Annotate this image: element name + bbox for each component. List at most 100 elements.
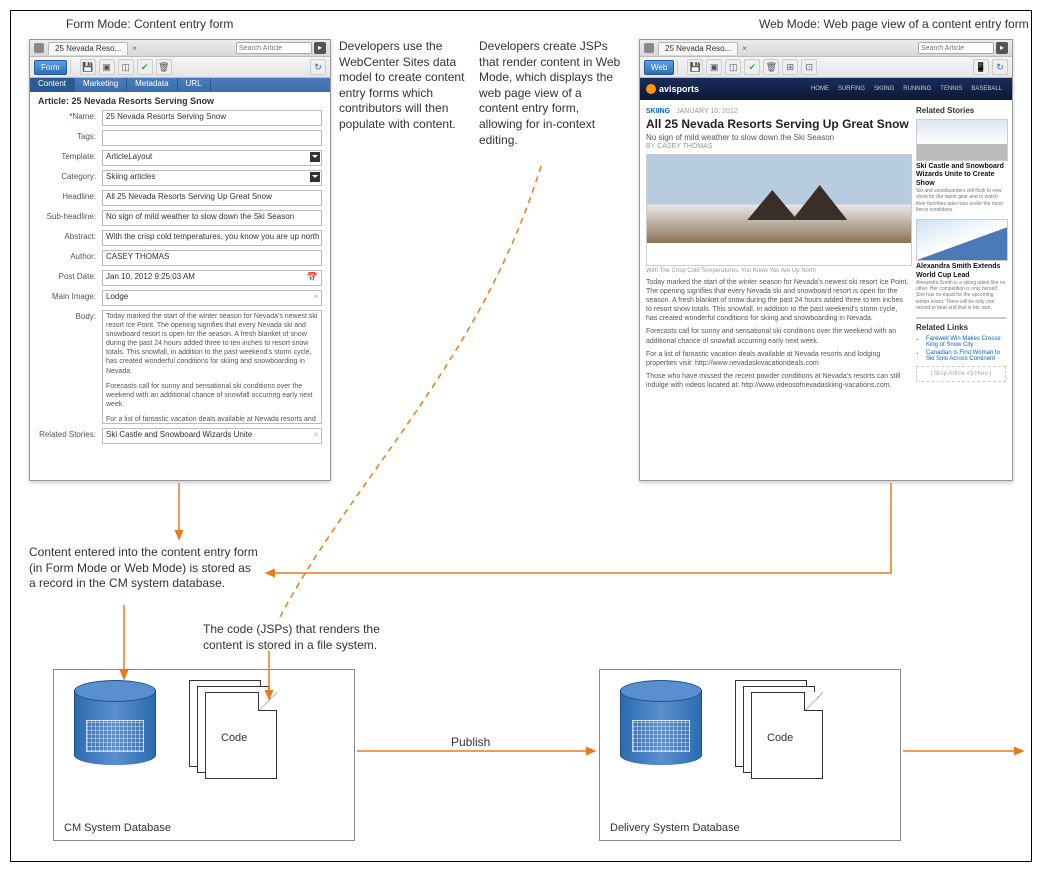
close-icon[interactable]: × [132, 44, 137, 53]
document-tab[interactable]: 25 Nevada Reso... [48, 42, 128, 55]
article-category[interactable]: SKIING [646, 108, 670, 115]
related-story-title[interactable]: Alexandra Smith Extends World Cup Lead [916, 263, 1006, 280]
refresh-icon[interactable]: ↻ [310, 59, 326, 75]
search-input[interactable] [918, 42, 994, 54]
label-template: Template: [38, 150, 102, 161]
label-body: Body: [38, 310, 102, 321]
delivery-database-icon [620, 680, 700, 765]
nav-home[interactable]: HOME [807, 84, 833, 94]
tool-icon[interactable]: ⊡ [801, 59, 817, 75]
save-icon[interactable]: 💾 [687, 59, 703, 75]
select-category[interactable]: Skiing articles [102, 170, 322, 186]
refresh-icon[interactable]: ↻ [992, 59, 1008, 75]
tab-marketing[interactable]: Marketing [75, 78, 127, 92]
related-story-text: Ski and snowboarders will flock to new s… [916, 188, 1006, 213]
form-title: Article: 25 Nevada Resorts Serving Snow [30, 92, 330, 110]
calendar-icon: 📅 [307, 272, 318, 283]
input-abstract[interactable]: With the crisp cold temperatures, you kn… [102, 230, 322, 246]
cm-system-label: CM System Database [64, 822, 171, 834]
close-icon[interactable]: × [742, 44, 747, 53]
delete-icon[interactable]: 🗑 [156, 59, 172, 75]
input-body[interactable]: Today marked the start of the winter sea… [102, 310, 322, 424]
article-byline: BY CASEY THOMAS [646, 143, 910, 150]
related-link[interactable]: Canadian is First Woman to Ski Solo Acro… [926, 350, 1006, 362]
tab-url[interactable]: URL [178, 78, 211, 92]
mode-web-button[interactable]: Web [644, 60, 674, 75]
select-template[interactable]: ArticleLayout [102, 150, 322, 166]
tab-content[interactable]: Content [30, 78, 75, 92]
home-icon[interactable] [644, 43, 654, 53]
article-paragraph[interactable]: For a list of fantastic vacation deals a… [646, 350, 910, 368]
nav-surfing[interactable]: SURFING [834, 84, 869, 94]
preview-icon[interactable]: ▣ [706, 59, 722, 75]
label-mainimage: Main Image: [38, 290, 102, 301]
preview-icon[interactable]: ▣ [99, 59, 115, 75]
hero-image[interactable] [646, 154, 912, 266]
article-main: SKIING JANUARY 10, 2012 All 25 Nevada Res… [646, 106, 910, 390]
related-story-image[interactable] [916, 219, 1008, 261]
annotation-jsp: Developers create JSPs that render conte… [479, 39, 624, 148]
cm-database-icon [74, 680, 154, 765]
delete-icon[interactable]: 🗑 [763, 59, 779, 75]
nav-running[interactable]: RUNNING [899, 84, 935, 94]
article-paragraph[interactable]: Forecasts call for sunny and sensational… [646, 327, 910, 345]
annotation-data-model: Developers use the WebCenter Sites data … [339, 39, 469, 133]
input-subheadline[interactable]: No sign of mild weather to slow down the… [102, 210, 322, 226]
label-headline: Headline: [38, 190, 102, 201]
article-paragraph[interactable]: Today marked the start of the winter sea… [646, 278, 910, 323]
web-mode-window: 25 Nevada Reso... × ▸ Web 💾 ▣ ◫ ✔ 🗑 ⊞ ⊡ … [639, 39, 1013, 481]
tool-icon[interactable]: ⊞ [782, 59, 798, 75]
label-related: Related Stories: [38, 428, 102, 439]
related-stories-heading: Related Stories [916, 106, 1006, 115]
annotation-code-stored: The code (JSPs) that renders the content… [203, 622, 403, 653]
site-logo[interactable]: avisports [646, 84, 699, 94]
article-date: JANUARY 10, 2012 [676, 108, 738, 115]
related-link[interactable]: Farewell Win Makes Crosse King of Snow C… [926, 336, 1006, 348]
site-header: avisports HOME SURFING SKIING RUNNING TE… [640, 78, 1012, 100]
nav-skiing[interactable]: SKIING [870, 84, 898, 94]
form-tabs: Content Marketing Metadata URL [30, 78, 330, 92]
input-author[interactable]: CASEY THOMAS [102, 250, 322, 266]
architecture-diagram: Form Mode: Content entry form Web Mode: … [10, 10, 1032, 862]
form-body: *Name:25 Nevada Resorts Serving Snow Tag… [30, 110, 330, 456]
inspect-icon[interactable]: ◫ [725, 59, 741, 75]
article-paragraph[interactable]: Those who have missed the recent powder … [646, 372, 910, 390]
caption-web-mode: Web Mode: Web page view of a content ent… [759, 17, 1029, 31]
approve-icon[interactable]: ✔ [137, 59, 153, 75]
related-story-title[interactable]: Ski Castle and Snowboard Wizards Unite t… [916, 163, 1006, 188]
hero-caption: With The Crisp Cold Temperatures, You Kn… [646, 268, 910, 274]
article-sidebar: Related Stories Ski Castle and Snowboard… [916, 106, 1006, 390]
input-mainimage[interactable]: Lodge× [102, 290, 322, 306]
related-story-text: Alexandra Smith is a skiing talent like … [916, 280, 1006, 311]
nav-baseball[interactable]: BASEBALL [967, 84, 1006, 94]
document-tab[interactable]: 25 Nevada Reso... [658, 42, 738, 55]
titlebar: 25 Nevada Reso... × ▸ [30, 40, 330, 57]
cm-system-box: Code CM System Database [53, 669, 355, 841]
search-go-button[interactable]: ▸ [996, 42, 1008, 54]
article-headline[interactable]: All 25 Nevada Resorts Serving Up Great S… [646, 117, 910, 131]
label-abstract: Abstract: [38, 230, 102, 241]
approve-icon[interactable]: ✔ [744, 59, 760, 75]
nav-tennis[interactable]: TENNIS [936, 84, 966, 94]
save-icon[interactable]: 💾 [80, 59, 96, 75]
label-name: Name: [72, 112, 96, 121]
publish-label: Publish [451, 735, 490, 751]
code-files-icon: Code [735, 680, 825, 780]
search-go-button[interactable]: ▸ [314, 42, 326, 54]
label-subheadline: Sub-headline: [38, 210, 102, 221]
input-related[interactable]: Ski Castle and Snowboard Wizards Unite× [102, 428, 322, 444]
inspect-icon[interactable]: ◫ [118, 59, 134, 75]
drop-zone[interactable]: [ Drop Article #3 Here ] [916, 366, 1006, 382]
input-tags[interactable] [102, 130, 322, 146]
mode-form-button[interactable]: Form [34, 60, 67, 75]
article-subheadline[interactable]: No sign of mild weather to slow down the… [646, 133, 910, 142]
toolbar: Web 💾 ▣ ◫ ✔ 🗑 ⊞ ⊡ 📱 ↻ [640, 57, 1012, 78]
input-postdate[interactable]: Jan 10, 2012 9:25:03 AM📅 [102, 270, 322, 286]
input-headline[interactable]: All 25 Nevada Resorts Serving Up Great S… [102, 190, 322, 206]
device-icon[interactable]: 📱 [973, 59, 989, 75]
search-input[interactable] [236, 42, 312, 54]
tab-metadata[interactable]: Metadata [127, 78, 177, 92]
input-name[interactable]: 25 Nevada Resorts Serving Snow [102, 110, 322, 126]
related-story-image[interactable] [916, 119, 1008, 161]
home-icon[interactable] [34, 43, 44, 53]
